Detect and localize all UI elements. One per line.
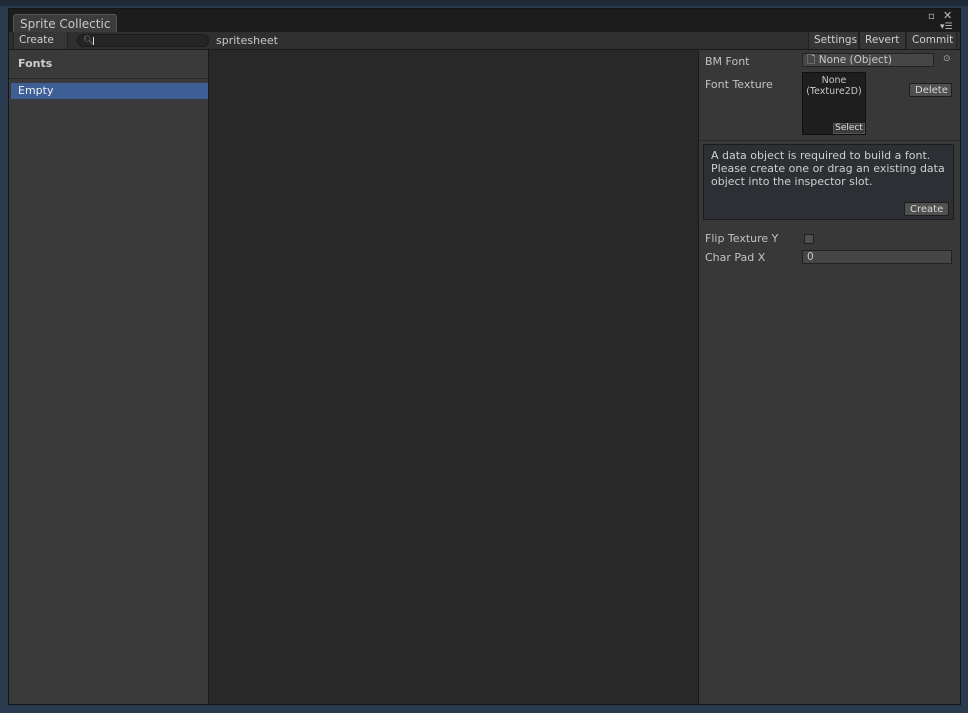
spritesheet-label: spritesheet [216, 34, 278, 47]
font-texture-slot[interactable]: None (Texture2D) Select [802, 72, 866, 135]
fonts-title: Fonts [18, 57, 53, 70]
inspector-panel: BM Font 🗋 None (Object) ⊙ Font Texture N… [699, 50, 960, 704]
desktop-background [0, 0, 968, 6]
text-caret [93, 37, 94, 45]
font-texture-label: Font Texture [705, 78, 773, 91]
divider [699, 140, 960, 141]
list-item-empty[interactable]: Empty [11, 83, 208, 99]
settings-button[interactable]: Settings [808, 32, 859, 49]
texture-slot-none: None [821, 75, 847, 86]
maximize-icon[interactable]: ▫ [928, 12, 935, 22]
help-message: A data object is required to build a fon… [711, 149, 945, 188]
help-box: A data object is required to build a fon… [703, 144, 954, 220]
delete-button[interactable]: Delete [909, 83, 952, 97]
object-icon: 🗋 [807, 54, 816, 66]
char-pad-field[interactable]: 0 [802, 250, 952, 264]
fonts-header: Fonts [9, 50, 208, 79]
bm-font-label: BM Font [705, 55, 750, 68]
close-icon[interactable]: ✕ [943, 10, 952, 21]
revert-button[interactable]: Revert [859, 32, 906, 49]
toolbar: Create ▾ 🔍︎ spritesheet Settings Revert … [9, 32, 960, 63]
search-input[interactable]: 🔍︎ [77, 34, 209, 47]
create-data-button[interactable]: Create [904, 202, 949, 216]
tab-bar: Sprite Collectic ▫ ✕ ▾☰ [9, 9, 960, 33]
flip-texture-checkbox[interactable] [804, 234, 814, 244]
bm-font-value: None (Object) [818, 54, 892, 66]
preview-area[interactable] [209, 50, 699, 704]
menu-icon[interactable]: ▾☰ [940, 22, 953, 32]
sprite-collection-window: Sprite Collectic ▫ ✕ ▾☰ Create ▾ 🔍︎ spri… [8, 8, 961, 705]
char-pad-label: Char Pad X [705, 251, 766, 264]
flip-texture-label: Flip Texture Y [705, 232, 779, 245]
create-dropdown[interactable]: Create ▾ [13, 32, 68, 63]
fonts-panel: Fonts Empty [9, 50, 209, 704]
object-picker-icon[interactable]: ⊙ [943, 54, 951, 64]
bm-font-field[interactable]: 🗋 None (Object) [802, 53, 934, 67]
commit-button[interactable]: Commit [906, 32, 957, 49]
select-texture-button[interactable]: Select [833, 123, 865, 134]
tab-sprite-collection[interactable]: Sprite Collectic [13, 14, 118, 33]
texture-slot-type: (Texture2D) [806, 86, 862, 97]
